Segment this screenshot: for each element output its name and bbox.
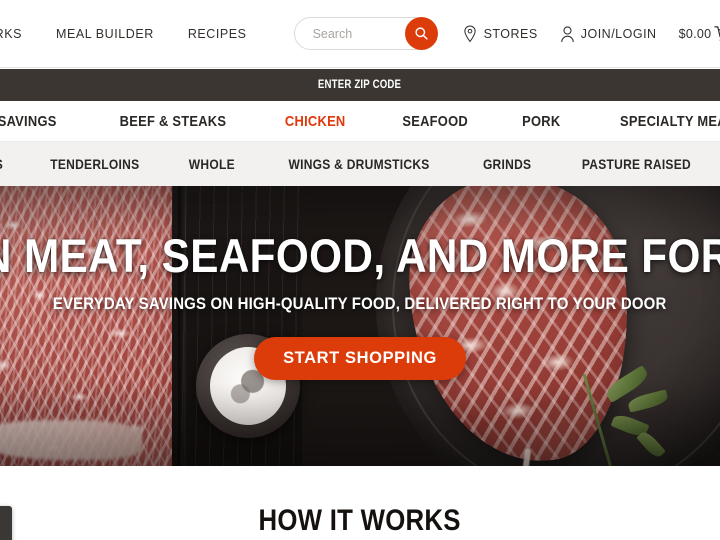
account-label: JOIN/LOGIN: [580, 26, 657, 41]
category-beef-and-steaks[interactable]: BEEF & STEAKS: [119, 113, 226, 130]
enter-zip-code-bar[interactable]: ENTER ZIP CODE: [0, 69, 720, 101]
category-nav: WILD SAVINGS BEEF & STEAKS CHICKEN SEAFO…: [0, 101, 720, 142]
user-icon: [560, 25, 574, 42]
primary-nav: IT WORKS MEAL BUILDER RECIPES: [0, 27, 247, 41]
category-chicken[interactable]: CHICKEN: [285, 113, 346, 130]
location-pin-icon: [463, 25, 476, 42]
page-root: IT WORKS MEAL BUILDER RECIPES STORES: [0, 0, 720, 540]
category-wild-savings[interactable]: WILD SAVINGS: [0, 113, 57, 130]
subcategory-nav-list: GHS TENDERLOINS WHOLE WINGS & DRUMSTICKS…: [0, 156, 720, 172]
nav-how-it-works[interactable]: IT WORKS: [0, 27, 22, 41]
start-shopping-button[interactable]: START SHOPPING: [254, 337, 466, 380]
hero-banner: OZEN MEAT, SEAFOOD, AND MORE FOR LES EVE…: [0, 186, 720, 466]
hero-content: OZEN MEAT, SEAFOOD, AND MORE FOR LES EVE…: [0, 186, 720, 466]
subcategory-pasture-raised[interactable]: PASTURE RAISED: [582, 156, 691, 172]
search-submit-button[interactable]: [404, 17, 438, 50]
subcategory-tenderloins[interactable]: TENDERLOINS: [51, 156, 140, 172]
shopping-cart-icon: [714, 25, 720, 37]
side-widget-tab[interactable]: [0, 506, 12, 540]
category-specialty-meats[interactable]: SPECIALTY MEATS: [620, 113, 720, 130]
subcategory-nav: GHS TENDERLOINS WHOLE WINGS & DRUMSTICKS…: [0, 142, 720, 186]
hero-headline: OZEN MEAT, SEAFOOD, AND MORE FOR LES: [0, 229, 720, 282]
category-nav-list: WILD SAVINGS BEEF & STEAKS CHICKEN SEAFO…: [0, 113, 720, 130]
how-it-works-section: HOW IT WORKS: [0, 466, 720, 540]
cart-link[interactable]: $0.00: [679, 25, 720, 43]
hero-subheadline: EVERYDAY SAVINGS ON HIGH-QUALITY FOOD, D…: [53, 294, 667, 313]
category-pork[interactable]: PORK: [522, 113, 560, 130]
nav-recipes[interactable]: RECIPES: [188, 27, 247, 41]
zip-code-label: ENTER ZIP CODE: [318, 79, 402, 91]
subcategory-whole[interactable]: WHOLE: [189, 156, 235, 172]
account-link[interactable]: JOIN/LOGIN: [560, 25, 657, 43]
search-container: [293, 17, 438, 50]
nav-meal-builder[interactable]: MEAL BUILDER: [56, 27, 154, 41]
stores-label: STORES: [483, 26, 538, 41]
site-header: IT WORKS MEAL BUILDER RECIPES STORES: [0, 0, 720, 68]
stores-link[interactable]: STORES: [462, 25, 538, 43]
section-title: HOW IT WORKS: [258, 504, 462, 537]
subcategory-wings-and-drumsticks[interactable]: WINGS & DRUMSTICKS: [288, 156, 429, 172]
subcategory-grinds[interactable]: GRINDS: [483, 156, 531, 172]
category-seafood[interactable]: SEAFOOD: [402, 113, 468, 130]
cart-amount: $0.00: [678, 26, 712, 41]
search-icon: [414, 27, 428, 40]
subcategory-thighs[interactable]: GHS: [0, 156, 3, 172]
